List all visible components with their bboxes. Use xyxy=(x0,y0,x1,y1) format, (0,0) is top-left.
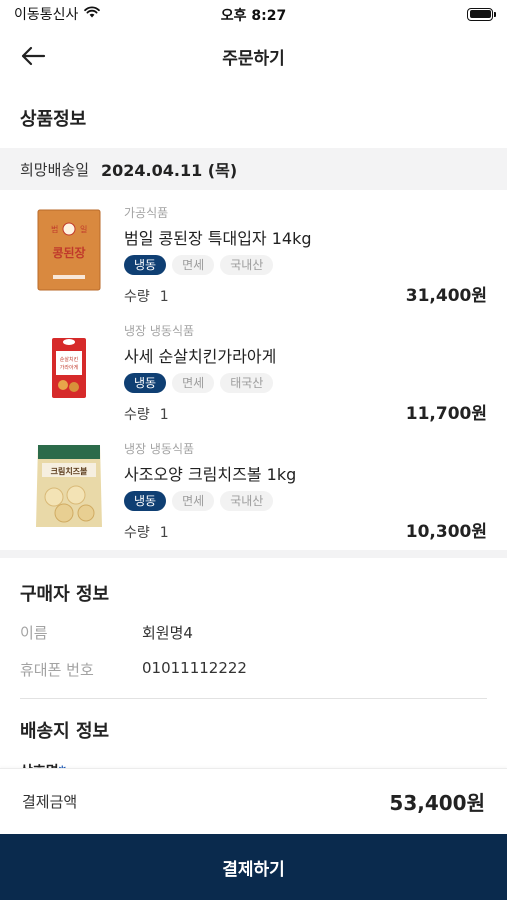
product-price: 31,400원 xyxy=(405,286,487,306)
qty-price-row: 수량 1 11,700원 xyxy=(124,399,487,424)
product-category: 냉장 냉동식품 xyxy=(124,442,195,456)
tag-storage: 냉동 xyxy=(124,373,167,393)
back-button[interactable] xyxy=(18,42,48,70)
package-text: 크림치즈볼 xyxy=(51,466,88,476)
buyer-phone-row: 휴대폰 번호 01011112222 xyxy=(0,659,507,680)
payment-summary: 결제금액 53,400원 xyxy=(0,768,507,834)
payment-amount-total: 53,400원 xyxy=(389,791,485,815)
soybean-paste-package-icon: 범 일 콩된장 xyxy=(37,209,101,291)
quantity-value: 1 xyxy=(159,525,169,541)
nav-bar: 주문하기 xyxy=(0,28,507,84)
quantity-value: 1 xyxy=(159,407,169,423)
quantity-value: 1 xyxy=(159,289,169,305)
svg-text:일: 일 xyxy=(80,225,87,234)
product-price: 11,700원 xyxy=(405,404,487,424)
product-image: 순살치킨 가라아게 xyxy=(20,322,118,414)
product-tags: 냉동 면세 국내산 xyxy=(124,491,487,511)
product-quantity: 수량 1 xyxy=(124,404,169,424)
product-quantity: 수량 1 xyxy=(124,522,169,542)
buyer-name-label: 이름 xyxy=(20,624,48,642)
product-item: 순살치킨 가라아게 냉장 냉동식품 사세 순살치킨가라아게 냉동 면세 태국산 … xyxy=(0,308,507,426)
wifi-icon xyxy=(84,6,101,22)
tag-origin: 태국산 xyxy=(220,373,274,393)
checkout-button[interactable]: 결제하기 xyxy=(0,834,507,900)
payment-amount-label: 결제금액 xyxy=(22,793,78,811)
battery-icon xyxy=(467,7,496,21)
tag-storage: 냉동 xyxy=(124,491,167,511)
chicken-karaage-package-icon: 순살치킨 가라아게 xyxy=(52,338,86,398)
product-info: 냉장 냉동식품 사세 순살치킨가라아게 냉동 면세 태국산 수량 1 11,700… xyxy=(124,322,487,426)
svg-text:가라아게: 가라아게 xyxy=(60,364,79,371)
product-item: 크림치즈볼 냉장 냉동식품 사조오양 크림치즈볼 1kg 냉동 면세 국내산 수… xyxy=(0,426,507,544)
product-category: 냉장 냉동식품 xyxy=(124,324,195,338)
tag-tax: 면세 xyxy=(172,491,215,511)
product-image: 범 일 콩된장 xyxy=(20,204,118,296)
shipping-section-title: 배송지 정보 xyxy=(20,721,110,742)
product-tags: 냉동 면세 태국산 xyxy=(124,373,487,393)
qty-price-row: 수량 1 10,300원 xyxy=(124,517,487,542)
product-image: 크림치즈볼 xyxy=(20,440,118,532)
product-section-title: 상품정보 xyxy=(20,109,87,130)
page-title: 주문하기 xyxy=(222,48,285,69)
product-name: 사조오양 크림치즈볼 1kg xyxy=(124,465,297,484)
cream-cheese-ball-package-icon: 크림치즈볼 xyxy=(36,445,102,527)
status-left: 이동통신사 xyxy=(14,4,101,24)
product-quantity: 수량 1 xyxy=(124,286,169,306)
package-text: 콩된장 xyxy=(52,245,85,260)
qty-price-row: 수량 1 31,400원 xyxy=(124,281,487,306)
delivery-date-label: 희망배송일 xyxy=(20,160,90,179)
quantity-label: 수량 xyxy=(124,525,150,541)
product-category: 가공식품 xyxy=(124,206,169,220)
buyer-phone-value: 01011112222 xyxy=(142,659,247,677)
product-info: 냉장 냉동식품 사조오양 크림치즈볼 1kg 냉동 면세 국내산 수량 1 10,… xyxy=(124,440,487,544)
buyer-phone-label: 휴대폰 번호 xyxy=(20,661,94,679)
svg-text:순살치킨: 순살치킨 xyxy=(60,356,79,363)
status-bar: 이동통신사 오후 8:27 xyxy=(0,0,507,28)
product-info: 가공식품 범일 콩된장 특대입자 14kg 냉동 면세 국내산 수량 1 31,4… xyxy=(124,204,487,308)
product-tags: 냉동 면세 국내산 xyxy=(124,255,487,275)
quantity-label: 수량 xyxy=(124,407,150,423)
buyer-name-row: 이름 회원명4 xyxy=(0,622,507,643)
delivery-date-value: 2024.04.11 (목) xyxy=(101,161,238,180)
product-name: 범일 콩된장 특대입자 14kg xyxy=(124,229,312,248)
quantity-label: 수량 xyxy=(124,289,150,305)
product-item: 범 일 콩된장 가공식품 범일 콩된장 특대입자 14kg 냉동 면세 국내산 … xyxy=(0,190,507,308)
svg-text:범: 범 xyxy=(51,224,58,234)
tag-tax: 면세 xyxy=(172,255,215,275)
buyer-section-title: 구매자 정보 xyxy=(20,584,110,605)
tag-tax: 면세 xyxy=(172,373,215,393)
tag-storage: 냉동 xyxy=(124,255,167,275)
buyer-name-value: 회원명4 xyxy=(142,624,193,642)
tag-origin: 국내산 xyxy=(220,255,274,275)
section-divider-band xyxy=(0,550,507,558)
carrier-label: 이동통신사 xyxy=(14,7,79,23)
divider xyxy=(20,698,487,699)
product-name: 사세 순살치킨가라아게 xyxy=(124,347,277,366)
product-price: 10,300원 xyxy=(405,522,487,542)
arrow-left-icon xyxy=(21,46,46,66)
tag-origin: 국내산 xyxy=(220,491,274,511)
delivery-date-row: 희망배송일 2024.04.11 (목) xyxy=(0,148,507,190)
